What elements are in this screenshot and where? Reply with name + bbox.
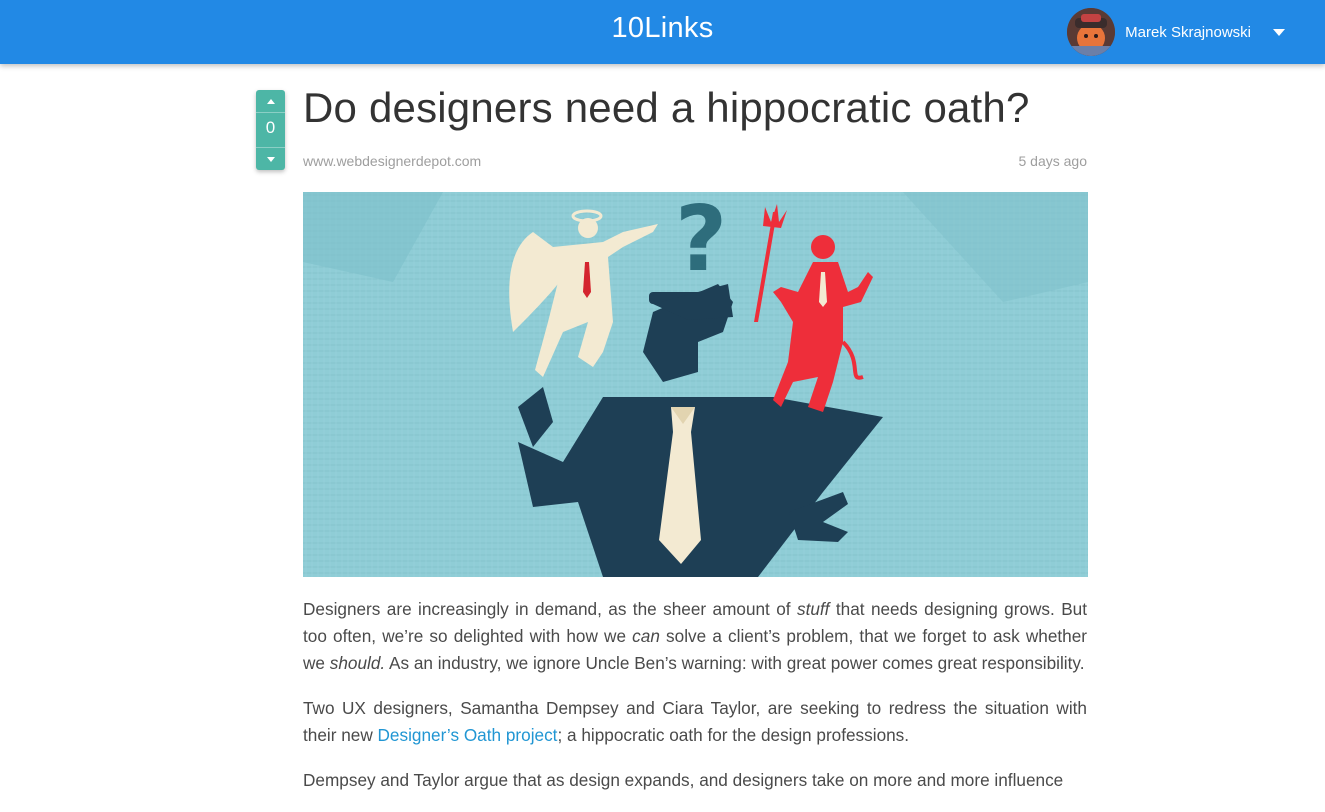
article-body: Designers are increasingly in demand, as…	[303, 596, 1087, 812]
article-paragraph-1: Designers are increasingly in demand, as…	[303, 599, 1087, 673]
question-mark: ?	[675, 192, 727, 292]
downvote-button[interactable]	[256, 147, 285, 170]
caret-down-icon[interactable]	[1273, 28, 1285, 36]
post-title[interactable]: Do designers need a hippocratic oath?	[303, 84, 1093, 132]
upvote-button[interactable]	[256, 90, 285, 113]
source-link[interactable]: www.webdesignerdepot.com	[303, 153, 481, 169]
arrow-down-icon	[266, 156, 275, 162]
user-avatar[interactable]	[1067, 8, 1116, 56]
arrow-up-icon	[266, 98, 275, 104]
user-menu[interactable]: Marek Skrajnowski	[1067, 8, 1285, 56]
vote-widget: 0	[256, 90, 285, 170]
post-timestamp: 5 days ago	[1018, 153, 1088, 169]
article-paragraph-3: Dempsey and Taylor argue that as design …	[303, 770, 1064, 790]
vote-count: 0	[265, 118, 276, 137]
designers-oath-link[interactable]: Designer’s Oath project	[378, 725, 558, 745]
article-hero-image: ?	[303, 192, 1088, 577]
user-name[interactable]: Marek Skrajnowski	[1125, 24, 1251, 41]
article-paragraph-2: Two UX designers, Samantha Dempsey and C…	[303, 698, 1087, 745]
top-app-bar: 10Links Marek Skrajnowski	[0, 0, 1325, 64]
